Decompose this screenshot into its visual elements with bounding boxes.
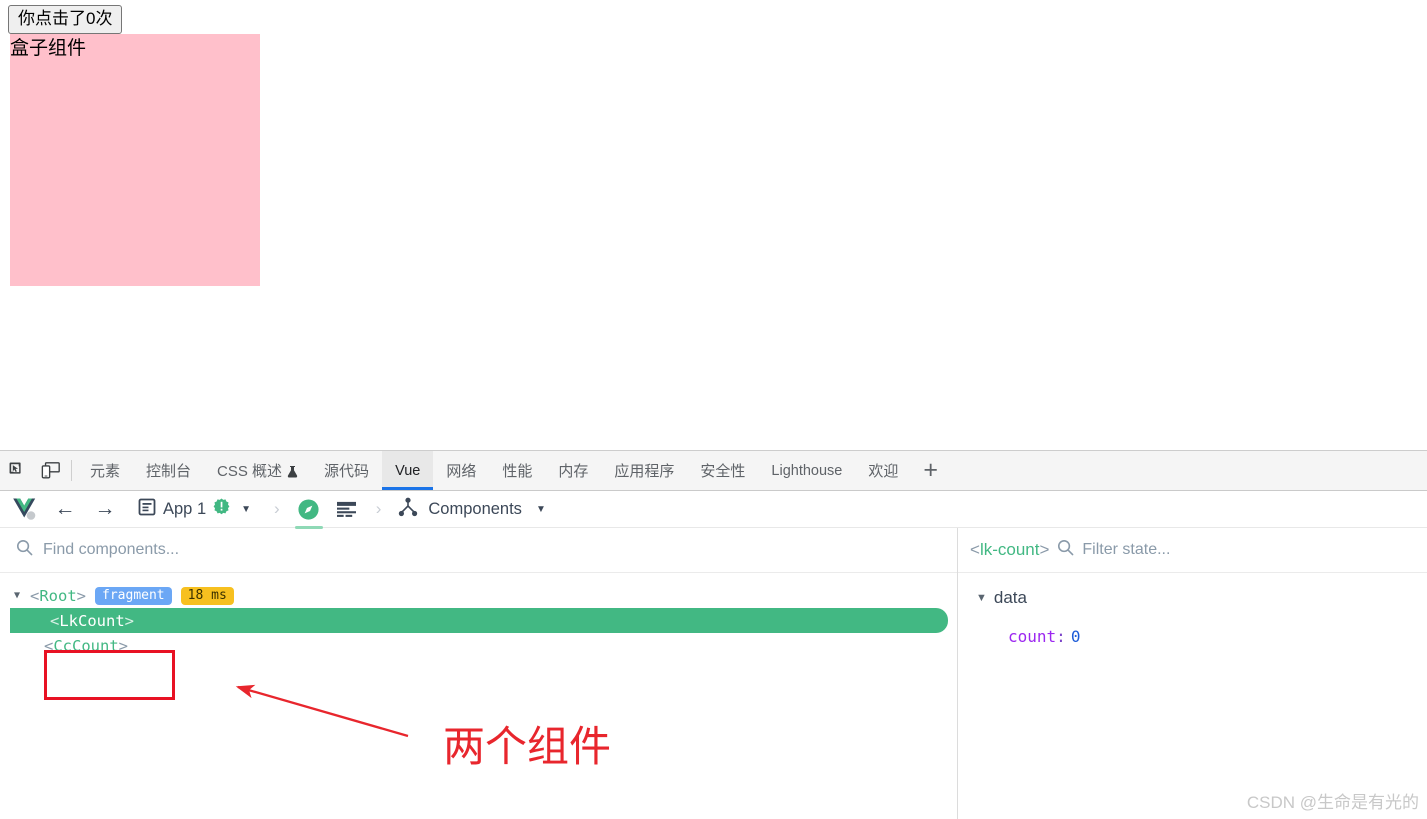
state-key: count	[1008, 626, 1057, 646]
tab-security[interactable]: 安全性	[687, 451, 758, 490]
filter-state-input[interactable]: Filter state...	[1082, 541, 1170, 559]
device-toolbar-icon[interactable]	[34, 451, 68, 490]
back-button[interactable]: ←	[46, 494, 84, 524]
badge-fragment: fragment	[95, 586, 172, 605]
app-dropdown-caret-icon[interactable]: ▼	[237, 504, 255, 515]
tree-row-lkcount[interactable]: < LkCount >	[10, 608, 948, 633]
tab-network[interactable]: 网络	[433, 451, 489, 490]
add-tab-button[interactable]: +	[911, 451, 950, 490]
annotation-text: 两个组件	[443, 723, 612, 770]
state-tree: ▼ data count:0	[958, 573, 1427, 649]
twisty-icon[interactable]: ▼	[14, 590, 30, 601]
experiment-flask-icon	[287, 465, 298, 478]
box-component-label: 盒子组件	[10, 38, 87, 59]
tag-open-bracket: <	[30, 586, 40, 605]
tree-row-root[interactable]: ▼ < Root > fragment 18 ms	[0, 583, 957, 608]
tab-lighthouse[interactable]: Lighthouse	[758, 451, 855, 490]
tag-close-bracket: >	[118, 636, 129, 655]
state-header-row: <lk-count> Filter state...	[958, 528, 1427, 573]
vue-devtools-panel: ← → App 1 ▼ › › Components ▼ Find compon…	[0, 491, 1427, 819]
dev-mode-badge	[213, 498, 230, 520]
component-name: Root	[39, 586, 77, 605]
toolbar-divider	[71, 460, 72, 481]
search-icon	[16, 539, 33, 561]
component-tree-icon	[398, 497, 418, 522]
breadcrumb-chevron-icon: ›	[274, 499, 280, 518]
state-value: 0	[1070, 626, 1081, 646]
app-label: App 1	[163, 499, 207, 518]
vue-toolbar: ← → App 1 ▼ › › Components ▼	[0, 491, 1427, 529]
csdn-watermark: CSDN @生命是有光的	[1246, 793, 1419, 812]
browser-page-viewport: 你点击了0次 盒子组件	[0, 0, 1427, 450]
components-selector[interactable]: Components ▼	[392, 497, 549, 522]
state-group-label: data	[993, 588, 1027, 607]
app-window-icon	[138, 498, 156, 521]
tab-console[interactable]: 控制台	[133, 451, 204, 490]
timeline-icon[interactable]	[329, 493, 365, 526]
find-components-input[interactable]: Find components...	[43, 541, 179, 559]
components-dropdown-caret-icon[interactable]: ▼	[532, 504, 550, 515]
tag-close-bracket: >	[124, 611, 135, 630]
badge-render-time: 18 ms	[180, 586, 234, 605]
tab-elements[interactable]: 元素	[77, 451, 133, 490]
devtools-tab-bar: 元素 控制台 CSS 概述 源代码 Vue 网络 性能 内存 应用程序 安全性 …	[0, 450, 1427, 491]
state-entry-count[interactable]: count:0	[958, 623, 1427, 649]
component-name: CcCount	[53, 636, 119, 655]
breadcrumb-chevron-2-icon: ›	[375, 499, 382, 518]
click-counter-button[interactable]: 你点击了0次	[8, 5, 123, 34]
tab-vue[interactable]: Vue	[382, 451, 434, 490]
forward-button[interactable]: →	[86, 494, 124, 524]
tab-sources[interactable]: 源代码	[311, 451, 382, 490]
selected-component-title: <lk-count>	[970, 540, 1050, 559]
state-colon: :	[1056, 626, 1066, 646]
inspector-compass-icon[interactable]	[291, 493, 327, 529]
tree-row-cccount[interactable]: < CcCount >	[0, 633, 957, 658]
component-tree: ▼ < Root > fragment 18 ms < LkCount > < CcCou…	[0, 573, 957, 658]
state-group-data[interactable]: ▼ data	[958, 585, 1427, 611]
filter-search-icon	[1057, 539, 1074, 561]
vue-panel-body: Find components... ▼ < Root > fragment 18 …	[0, 528, 1427, 819]
inspect-element-icon[interactable]	[0, 451, 34, 490]
twisty-icon[interactable]: ▼	[976, 592, 987, 604]
vue-logo-icon	[6, 497, 44, 521]
tab-performance[interactable]: 性能	[489, 451, 545, 490]
tab-css-overview[interactable]: CSS 概述	[204, 451, 311, 490]
tag-close-bracket: >	[76, 586, 87, 605]
state-inspector-pane: <lk-count> Filter state... ▼ data count:…	[958, 528, 1427, 819]
find-components-row[interactable]: Find components...	[0, 528, 957, 573]
app-selector[interactable]: App 1 ▼	[126, 498, 263, 521]
tab-welcome[interactable]: 欢迎	[855, 451, 911, 490]
component-name: LkCount	[59, 611, 125, 630]
component-tree-pane: Find components... ▼ < Root > fragment 18 …	[0, 528, 958, 819]
tag-open-bracket: <	[44, 636, 54, 655]
tab-application[interactable]: 应用程序	[601, 451, 687, 490]
tab-memory[interactable]: 内存	[545, 451, 601, 490]
components-label: Components	[428, 499, 522, 518]
box-component: 盒子组件	[10, 34, 260, 286]
tag-open-bracket: <	[50, 611, 60, 630]
